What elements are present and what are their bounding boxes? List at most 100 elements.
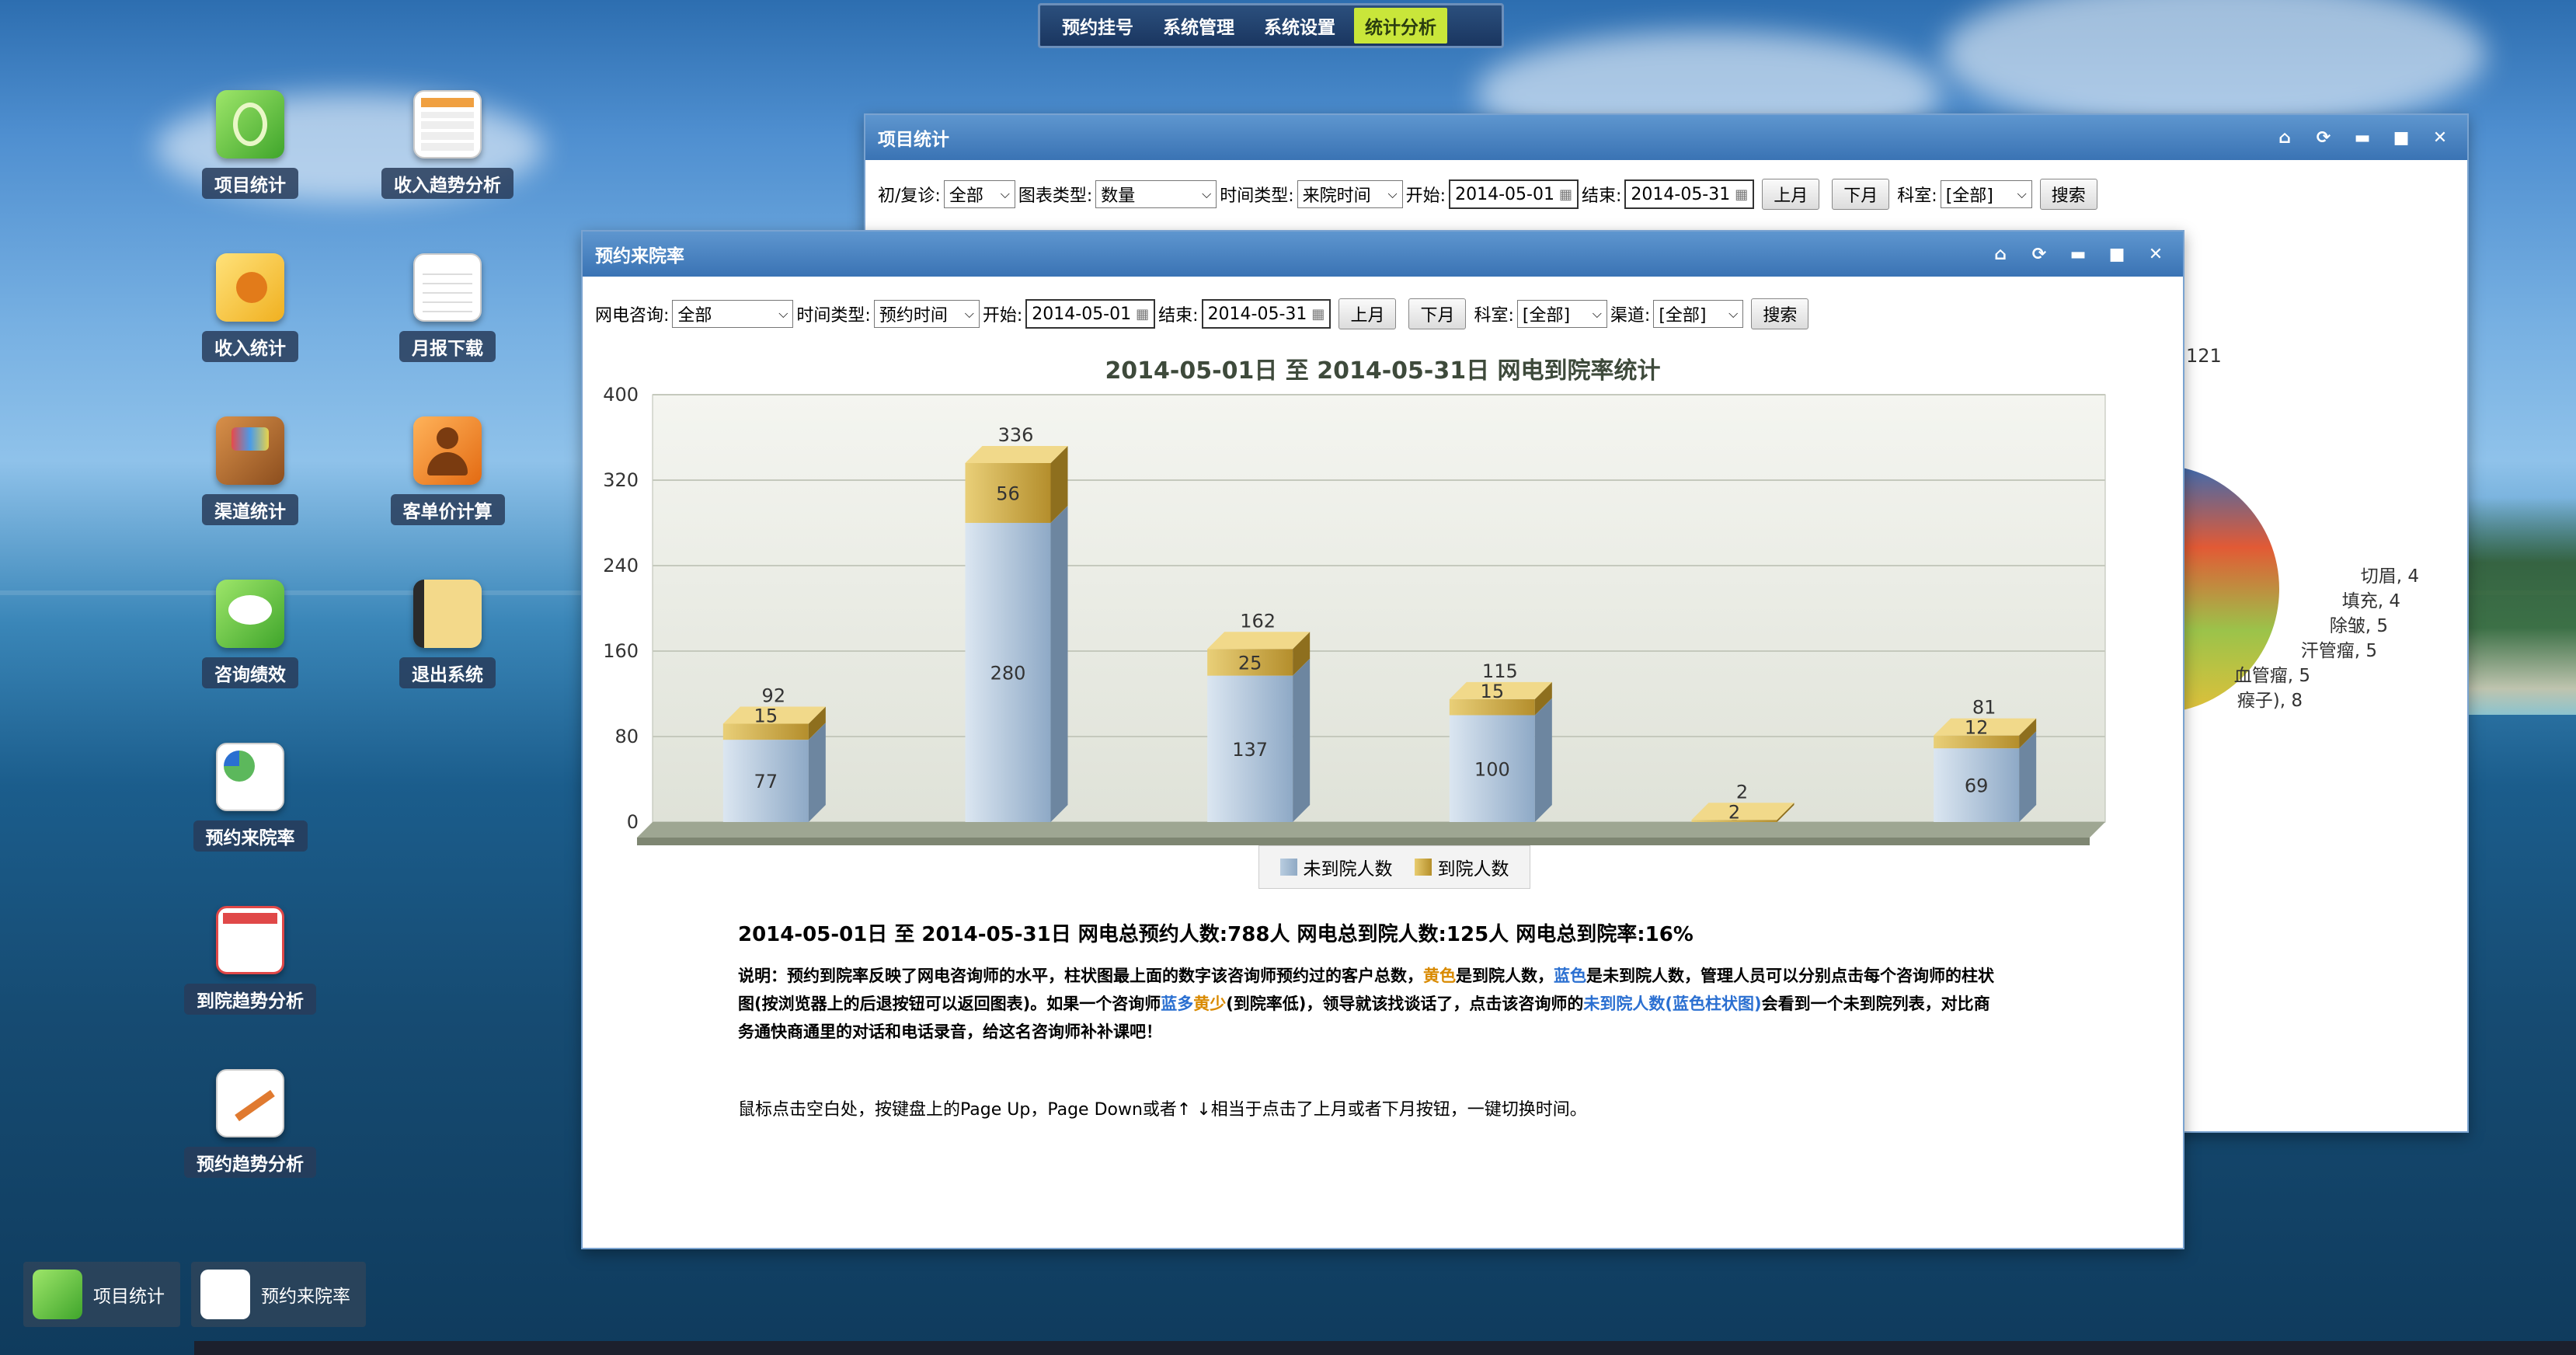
refresh-icon[interactable]: ⟳	[2309, 123, 2338, 152]
home-icon[interactable]: ⌂	[1986, 239, 2015, 269]
legend-item-not-arrived[interactable]: 未到院人数	[1279, 854, 1393, 880]
desktop-icon-project-stats[interactable]: 项目统计	[172, 90, 328, 230]
search-button[interactable]: 搜索	[2039, 179, 2097, 210]
dock-strip	[194, 1341, 2576, 1355]
basket-icon	[216, 416, 284, 485]
taskbar-item-arrival-rate[interactable]: 预约来院率	[191, 1262, 366, 1327]
bar-top	[1207, 632, 1311, 650]
green-circle-icon	[216, 90, 284, 158]
plot-background	[652, 394, 2106, 823]
y-tick-label: 80	[614, 726, 639, 747]
chart-type-label: 图表类型:	[1018, 186, 1093, 206]
calendar-icon: ▦	[1311, 305, 1325, 322]
bar-value-label: 15	[1481, 681, 1505, 702]
window-title: 预约来院率	[595, 246, 684, 266]
calendar-icon: ▦	[1558, 186, 1572, 203]
desktop-icon-exit[interactable]: 退出系统	[370, 580, 525, 719]
close-icon[interactable]: ✕	[2141, 239, 2170, 269]
end-date-input[interactable]: 2014-05-31 ▦	[1624, 179, 1755, 209]
dept-select[interactable]: [全部] ⌵	[1940, 180, 2032, 208]
maximize-icon[interactable]: ■	[2386, 123, 2416, 152]
bar-value-label: 137	[1232, 739, 1268, 761]
desktop-icon-monthly-report[interactable]: 月报下载	[370, 253, 525, 393]
close-icon[interactable]: ✕	[2425, 123, 2455, 152]
pie-label: 填充, 4	[2341, 591, 2400, 611]
pie-chart-icon	[200, 1270, 250, 1319]
taskbar-item-project-stats[interactable]: 项目统计	[23, 1262, 180, 1327]
prev-month-button[interactable]: 上月	[1762, 179, 1820, 210]
start-date-label: 开始:	[1405, 186, 1446, 206]
end-date-input[interactable]: 2014-05-31 ▦	[1201, 299, 1332, 329]
user-icon	[413, 416, 482, 485]
dept-label: 科室:	[1897, 186, 1937, 206]
desktop-icon-income-stats[interactable]: 收入统计	[172, 253, 328, 393]
desktop-icon-income-trend[interactable]: 收入趋势分析	[370, 90, 525, 230]
y-tick-label: 320	[603, 469, 639, 491]
chart-type-select[interactable]: 数量 ⌵	[1095, 180, 1217, 208]
desktop-icon-label: 渠道统计	[202, 494, 298, 525]
maximize-icon[interactable]: ■	[2102, 239, 2132, 269]
desktop-icon-label: 月报下载	[399, 331, 496, 362]
bar-side	[1293, 658, 1311, 822]
chat-bubble-icon	[216, 580, 284, 648]
bar-value-label: 2	[1728, 801, 1740, 823]
chart-floor-edge	[637, 838, 2090, 845]
desktop-icon-label: 预约来院率	[193, 820, 308, 852]
desktop-icon-unit-price[interactable]: 客单价计算	[370, 416, 525, 556]
visit-select[interactable]: 全部 ⌵	[943, 180, 1015, 208]
bar-swatch-icon	[1279, 859, 1297, 876]
time-type-label: 时间类型:	[1220, 186, 1294, 206]
desktop-icon-appointment-trend[interactable]: 预约趋势分析	[172, 1069, 328, 1209]
menu-item-appointment[interactable]: 预约挂号	[1051, 8, 1144, 44]
bar-swatch-icon	[1414, 859, 1432, 876]
minimize-icon[interactable]: ▬	[2063, 239, 2093, 269]
calendar-icon	[216, 906, 284, 974]
dept-select[interactable]: [全部] ⌵	[1516, 300, 1607, 328]
chart-legend: 未到院人数 到院人数	[1258, 845, 1530, 889]
y-tick-label: 240	[603, 555, 639, 576]
menu-item-system-settings[interactable]: 系统设置	[1253, 8, 1346, 44]
consult-select[interactable]: 全部 ⌵	[672, 300, 794, 328]
peek-number: 121	[2186, 345, 2222, 367]
legend-item-arrived[interactable]: 到院人数	[1414, 854, 1509, 880]
desktop-icon-channel-stats[interactable]: 渠道统计	[172, 416, 328, 556]
desktop-icon-consult-performance[interactable]: 咨询绩效	[172, 580, 328, 719]
summary-text: 2014-05-01日 至 2014-05-31日 网电总预约人数:788人 网…	[738, 923, 1694, 946]
desktop-icon-arrival-rate[interactable]: 预约来院率	[172, 743, 328, 883]
filter-toolbar: 初/复诊: 全部 ⌵ 图表类型: 数量 ⌵ 时间类型: 来院时间 ⌵ 开始: 2014…	[865, 172, 2467, 216]
menu-item-statistics[interactable]: 统计分析	[1354, 8, 1447, 44]
dept-label: 科室:	[1474, 306, 1514, 326]
desktop-icon-label: 退出系统	[399, 657, 496, 688]
search-button[interactable]: 搜索	[1751, 298, 1809, 329]
top-menu: 预约挂号 系统管理 系统设置 统计分析	[1038, 3, 1504, 48]
end-date-label: 结束:	[1158, 306, 1199, 326]
next-month-button[interactable]: 下月	[1408, 298, 1467, 329]
channel-select[interactable]: [全部] ⌵	[1653, 300, 1744, 328]
window-titlebar: 项目统计 ⌂ ⟳ ▬ ■ ✕	[865, 115, 2467, 160]
desktop-icon-label: 到院趋势分析	[184, 984, 316, 1015]
prev-month-button[interactable]: 上月	[1338, 298, 1397, 329]
bar-total-label: 92	[762, 685, 786, 707]
visit-label: 初/复诊:	[878, 186, 941, 206]
start-date-input[interactable]: 2014-05-01 ▦	[1025, 299, 1156, 329]
minimize-icon[interactable]: ▬	[2348, 123, 2377, 152]
start-date-input[interactable]: 2014-05-01 ▦	[1449, 179, 1579, 209]
desktop-icon-label: 预约趋势分析	[184, 1147, 316, 1178]
bar-value-label: 25	[1238, 652, 1262, 674]
channel-label: 渠道:	[1610, 306, 1651, 326]
time-type-select[interactable]: 来院时间 ⌵	[1297, 180, 1403, 208]
pie-label: 汗管瘤, 5	[2300, 641, 2377, 661]
chart-title: 2014-05-01日 至 2014-05-31日 网电到院率统计	[1105, 357, 1661, 385]
desktop-icon-arrival-trend[interactable]: 到院趋势分析	[172, 906, 328, 1046]
filter-toolbar: 网电咨询: 全部 ⌵ 时间类型: 预约时间 ⌵ 开始: 2014-05-01 ▦ 结束…	[583, 292, 2183, 336]
window-title: 项目统计	[878, 130, 949, 150]
home-icon[interactable]: ⌂	[2270, 123, 2299, 152]
time-type-select[interactable]: 预约时间 ⌵	[873, 300, 980, 328]
refresh-icon[interactable]: ⟳	[2024, 239, 2054, 269]
bar-value-label: 100	[1474, 758, 1510, 780]
next-month-button[interactable]: 下月	[1832, 179, 1890, 210]
stacked-bar-chart: 080160240320400771592蔡文姬到院率16%28056336西施…	[603, 387, 2106, 845]
bar-value-label: 56	[996, 483, 1020, 505]
menu-item-system-management[interactable]: 系统管理	[1152, 8, 1245, 44]
green-circle-icon	[33, 1270, 82, 1319]
